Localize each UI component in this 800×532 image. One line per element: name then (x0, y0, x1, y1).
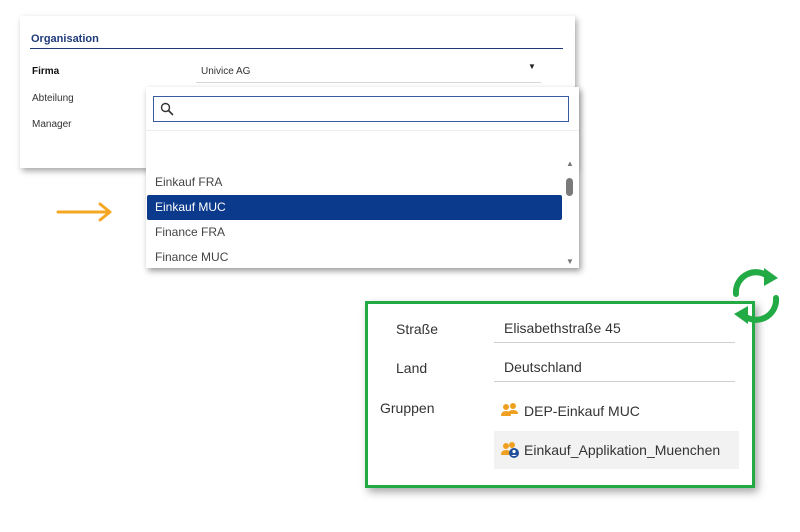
land-underline (494, 381, 735, 382)
screenshot-stage: Organisation Firma Univice AG ▼ Abteilun… (0, 0, 800, 532)
scroll-down-arrow-icon[interactable]: ▼ (565, 258, 575, 266)
orange-arrow-icon (56, 202, 112, 222)
land-label: Land (396, 360, 428, 376)
gruppen-label: Gruppen (380, 400, 435, 416)
strasse-underline (494, 342, 735, 343)
firma-select-value[interactable]: Univice AG (201, 66, 250, 77)
dropdown-option[interactable]: Finance FRA (147, 220, 562, 245)
group-list-item[interactable]: DEP-Einkauf MUC (494, 392, 739, 430)
abteilung-label: Abteilung (32, 93, 74, 104)
result-card: Straße Elisabethstraße 45 Land Deutschla… (365, 301, 755, 488)
manager-label: Manager (32, 119, 72, 130)
group-icon (501, 403, 518, 416)
search-icon (160, 102, 174, 116)
group-label: DEP-Einkauf MUC (524, 403, 640, 419)
dropdown-option[interactable]: Finance MUC (147, 245, 562, 270)
refresh-icon (732, 268, 780, 324)
strasse-value[interactable]: Elisabethstraße 45 (504, 320, 621, 336)
firma-label: Firma (32, 66, 60, 77)
section-title: Organisation (31, 33, 99, 45)
chevron-down-icon[interactable]: ▼ (528, 62, 536, 71)
search-divider (146, 130, 579, 131)
dropdown-search-input[interactable] (178, 99, 562, 117)
group-user-icon (501, 442, 519, 458)
section-divider (30, 48, 563, 49)
dropdown-option[interactable]: Einkauf FRA (147, 170, 562, 195)
firma-field-underline (196, 82, 541, 83)
group-label: Einkauf_Applikation_Muenchen (524, 442, 721, 458)
group-list-item-highlighted[interactable]: Einkauf_Applikation_Muenchen (494, 431, 739, 469)
land-value[interactable]: Deutschland (504, 359, 582, 375)
scroll-up-arrow-icon[interactable]: ▲ (565, 160, 575, 168)
dropdown-search-box[interactable] (153, 96, 569, 122)
scrollbar-thumb[interactable] (566, 178, 573, 196)
abteilung-dropdown[interactable]: Einkauf FRA Einkauf MUC Finance FRA Fina… (146, 87, 579, 268)
dropdown-option-selected[interactable]: Einkauf MUC (147, 195, 562, 220)
strasse-label: Straße (396, 321, 439, 337)
